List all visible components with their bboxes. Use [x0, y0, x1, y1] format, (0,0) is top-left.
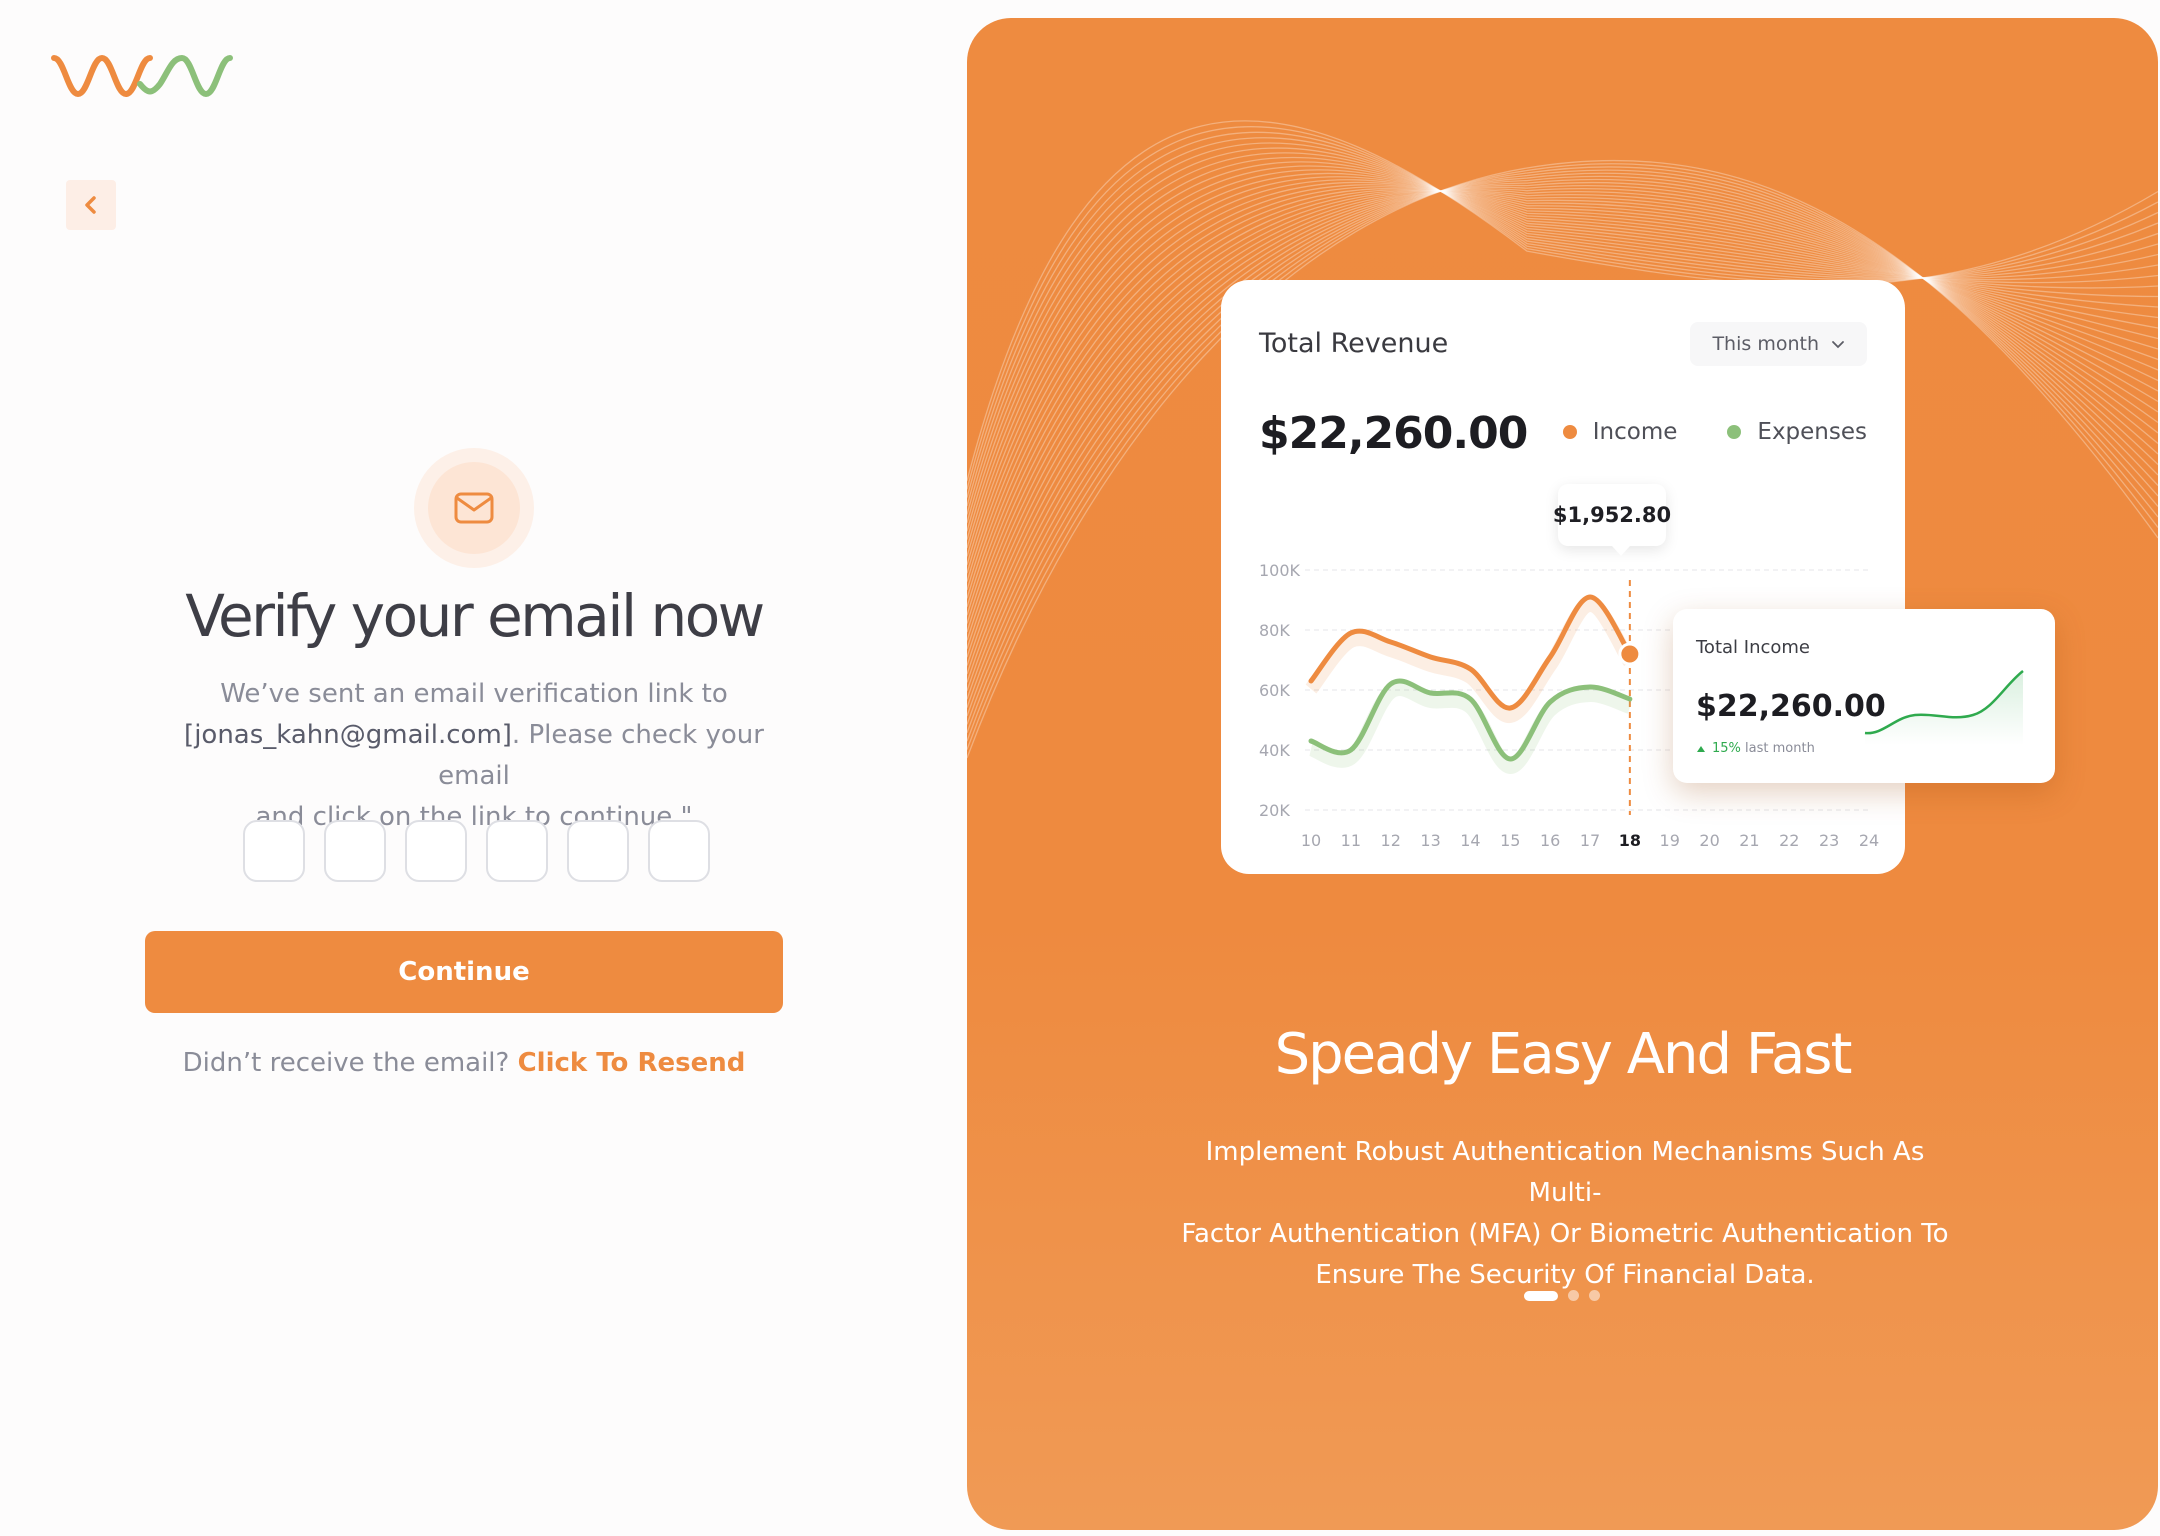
resend-row: Didn’t receive the email? Click To Resen…: [0, 1048, 928, 1078]
email-address: [jonas_kahn@gmail.com]: [184, 720, 512, 750]
x-tick-label: 22: [1779, 831, 1799, 850]
tooltip-arrow: [1612, 546, 1630, 556]
continue-button[interactable]: Continue: [145, 931, 783, 1013]
period-label: This month: [1712, 333, 1819, 355]
x-tick-label: 13: [1420, 831, 1440, 850]
mail-icon-badge: [414, 448, 534, 568]
otp-digit-5[interactable]: [567, 820, 629, 882]
x-tick-label: 24: [1859, 831, 1879, 850]
revenue-chart: 100K 80K 60K 40K 20K 10 11 12 13 14 15 16 17 18 19 20 21…: [1259, 561, 1879, 850]
chevron-left-icon: [85, 196, 96, 214]
verify-panel: Verify your email now We’ve sent an emai…: [0, 0, 960, 1536]
otp-digit-6[interactable]: [648, 820, 710, 882]
resend-prompt: Didn’t receive the email?: [182, 1048, 518, 1078]
mail-icon: [454, 492, 494, 524]
legend-dot-income: [1562, 425, 1577, 439]
x-tick-label: 20: [1699, 831, 1719, 850]
income-amount: $22,260.00: [1696, 689, 1886, 724]
otp-digit-1[interactable]: [243, 820, 305, 882]
revenue-card: 100K 80K 60K 40K 20K 10 11 12 13 14 15 16 17 18 19 20 21…: [1221, 280, 1905, 874]
otp-digit-2[interactable]: [324, 820, 386, 882]
y-tick-label: 40K: [1259, 741, 1290, 760]
desc-line-2: [jonas_kahn@gmail.com]. Please check you…: [184, 720, 764, 791]
x-tick-label: 14: [1460, 831, 1480, 850]
promo-desc-line-1: Implement Robust Authentication Mechanis…: [1205, 1137, 1925, 1208]
x-tick-label: 17: [1580, 831, 1600, 850]
chart-tooltip: $1,952.80: [1553, 484, 1671, 546]
x-tick-label: 23: [1819, 831, 1839, 850]
period-dropdown[interactable]: This month: [1690, 322, 1867, 366]
page-title: Verify your email now: [185, 582, 765, 650]
otp-digit-4[interactable]: [486, 820, 548, 882]
card-title: Total Revenue: [1259, 328, 1449, 359]
carousel-dot-2[interactable]: [1568, 1290, 1579, 1301]
promo-headline: Speady Easy And Fast: [1274, 1022, 1853, 1087]
income-trend: 15% last month: [1696, 741, 1815, 756]
back-button[interactable]: [66, 180, 116, 230]
legend-item-expenses: Expenses: [1727, 419, 1867, 445]
otp-digit-3[interactable]: [405, 820, 467, 882]
income-label: Total Income: [1696, 637, 1810, 658]
total-income-card: Total Income $22,260.00 15% last month: [1673, 609, 2055, 783]
otp-input-group: [243, 820, 710, 882]
verification-description: We’ve sent an email verification link to…: [160, 674, 788, 838]
x-tick-label: 18: [1619, 831, 1641, 850]
y-tick-label: 60K: [1259, 681, 1290, 700]
y-tick-label: 80K: [1259, 621, 1290, 640]
carousel-indicator: [1524, 1290, 1600, 1301]
legend-dot-expenses: [1727, 425, 1742, 439]
x-tick-label: 12: [1381, 831, 1401, 850]
x-tick-label: 19: [1660, 831, 1680, 850]
revenue-amount: $22,260.00: [1259, 408, 1528, 459]
trend-up-icon: [1697, 745, 1705, 752]
legend-item-income: Income: [1562, 419, 1677, 445]
resend-link[interactable]: Click To Resend: [518, 1048, 746, 1078]
chart-legend: Income Expenses: [1562, 419, 1867, 445]
promo-desc-line-2: Factor Authentication (MFA) Or Biometric…: [1181, 1219, 1949, 1249]
y-tick-label: 20K: [1259, 801, 1290, 820]
x-tick-label: 16: [1540, 831, 1560, 850]
carousel-dot-3[interactable]: [1589, 1290, 1600, 1301]
carousel-dot-1[interactable]: [1524, 1290, 1558, 1301]
x-tick-label: 21: [1739, 831, 1759, 850]
income-sparkline: [1864, 670, 2024, 745]
desc-line-1: We’ve sent an email verification link to: [220, 679, 728, 709]
chevron-down-icon: [1832, 341, 1844, 349]
y-tick-label: 100K: [1259, 561, 1301, 580]
x-tick-label: 10: [1301, 831, 1321, 850]
income-change: 15%: [1712, 741, 1741, 756]
promo-description: Implement Robust Authentication Mechanis…: [1180, 1132, 1950, 1296]
x-tick-label: 15: [1500, 831, 1520, 850]
brand-logo: [51, 54, 233, 98]
highlight-point[interactable]: [1618, 642, 1642, 666]
x-tick-label: 11: [1341, 831, 1361, 850]
